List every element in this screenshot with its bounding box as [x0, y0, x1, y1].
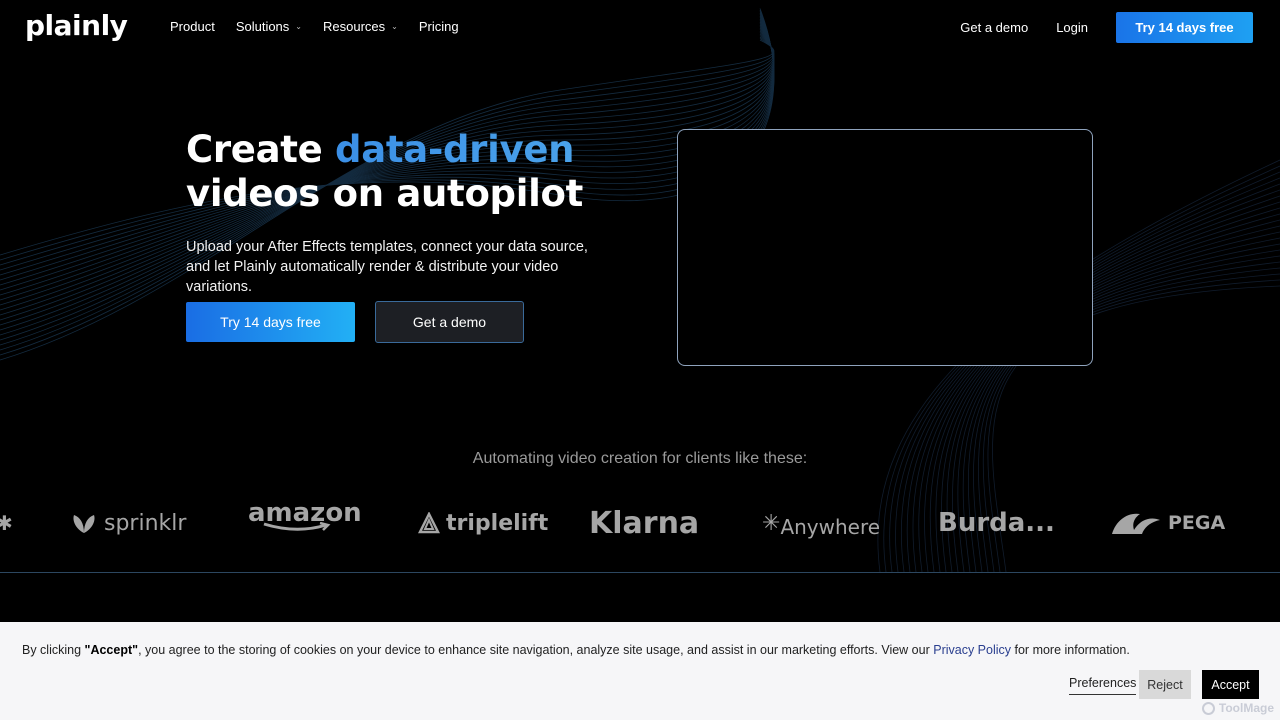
section-divider — [0, 572, 1280, 573]
cookie-accept-button[interactable]: Accept — [1202, 670, 1259, 699]
pega-logo: PEGA — [1110, 500, 1225, 546]
watermark: ToolMage — [1201, 701, 1274, 715]
cookie-reject-button[interactable]: Reject — [1139, 670, 1191, 699]
amazon-logo: amazon — [248, 500, 362, 546]
sprinklr-leaf-icon — [73, 515, 95, 533]
chevron-down-icon: ⌄ — [391, 22, 398, 31]
cookie-text-middle: , you agree to the storing of cookies on… — [138, 643, 934, 657]
hero-title-accent: data-driven — [335, 128, 575, 171]
nav-pricing[interactable]: Pricing — [419, 19, 459, 34]
hero-video-player[interactable] — [677, 129, 1093, 366]
triplelift-logo-text: triplelift — [446, 510, 549, 536]
anywhere-logo: ✳ Anywhere — [762, 500, 880, 546]
hero-subtitle: Upload your After Effects templates, con… — [186, 239, 588, 295]
watermark-icon — [1201, 701, 1215, 715]
client-logos-carousel: ✱ sprinklr amazon triplelift Klarna ✳ An… — [0, 500, 1280, 550]
triplelift-logo: triplelift — [418, 500, 548, 546]
nav-product[interactable]: Product — [170, 19, 215, 34]
nav-solutions-label: Solutions — [235, 19, 290, 34]
cookie-text-prefix: By clicking — [22, 643, 85, 657]
cookie-banner: By clicking "Accept", you agree to the s… — [0, 622, 1280, 720]
hero-get-demo-button[interactable]: Get a demo — [375, 301, 524, 343]
privacy-policy-link[interactable]: Privacy Policy — [933, 643, 1011, 657]
burda-logo: Burda... — [938, 500, 1055, 546]
nav-solutions[interactable]: Solutions ⌄ — [236, 19, 302, 34]
nav-actions: Get a demo Login Try 14 days free — [960, 12, 1253, 43]
triplelift-triangle-icon — [418, 512, 440, 534]
klarna-logo: Klarna — [589, 500, 699, 546]
nav-links: Product Solutions ⌄ Resources ⌄ Pricing — [170, 19, 459, 34]
anywhere-star-icon: ✳ — [762, 510, 781, 536]
nav-product-label: Product — [170, 19, 215, 34]
plainly-logo[interactable]: plainly — [25, 9, 128, 42]
hero-title-prefix: Create — [186, 128, 336, 171]
nav-get-demo-link[interactable]: Get a demo — [960, 20, 1028, 35]
cookie-message: By clicking "Accept", you agree to the s… — [22, 643, 1130, 657]
partial-logo-icon: ✱ — [0, 511, 13, 535]
clients-heading: Automating video creation for clients li… — [472, 450, 808, 467]
sprinklr-logo: sprinklr — [70, 500, 186, 546]
cookie-text-suffix: for more information. — [1011, 643, 1130, 657]
anywhere-logo-text: Anywhere — [780, 515, 881, 539]
nav-try-free-button[interactable]: Try 14 days free — [1116, 12, 1253, 43]
hero-title: Create data-driven videos on autopilot — [186, 128, 583, 216]
amazon-smile-icon — [263, 522, 331, 531]
klarna-logo-text: Klarna — [589, 505, 700, 541]
nav-resources-label: Resources — [323, 19, 386, 34]
watermark-text: ToolMage — [1218, 701, 1274, 715]
cookie-text-bold: "Accept" — [84, 643, 139, 657]
nav-login-link[interactable]: Login — [1056, 20, 1088, 35]
sprinklr-logo-text: sprinklr — [104, 510, 187, 536]
pega-logo-text: PEGA — [1168, 512, 1226, 534]
cookie-preferences-button[interactable]: Preferences — [1069, 676, 1137, 695]
burda-logo-text: Burda... — [938, 508, 1055, 538]
pega-wing-icon — [1112, 513, 1160, 534]
top-navigation: plainly Product Solutions ⌄ Resources ⌄ … — [0, 0, 1280, 56]
chevron-down-icon: ⌄ — [295, 22, 302, 31]
hero-try-free-button[interactable]: Try 14 days free — [186, 302, 355, 342]
hero-title-line2: videos on autopilot — [186, 172, 584, 215]
nav-resources[interactable]: Resources ⌄ — [323, 19, 398, 34]
nav-pricing-label: Pricing — [418, 19, 459, 34]
